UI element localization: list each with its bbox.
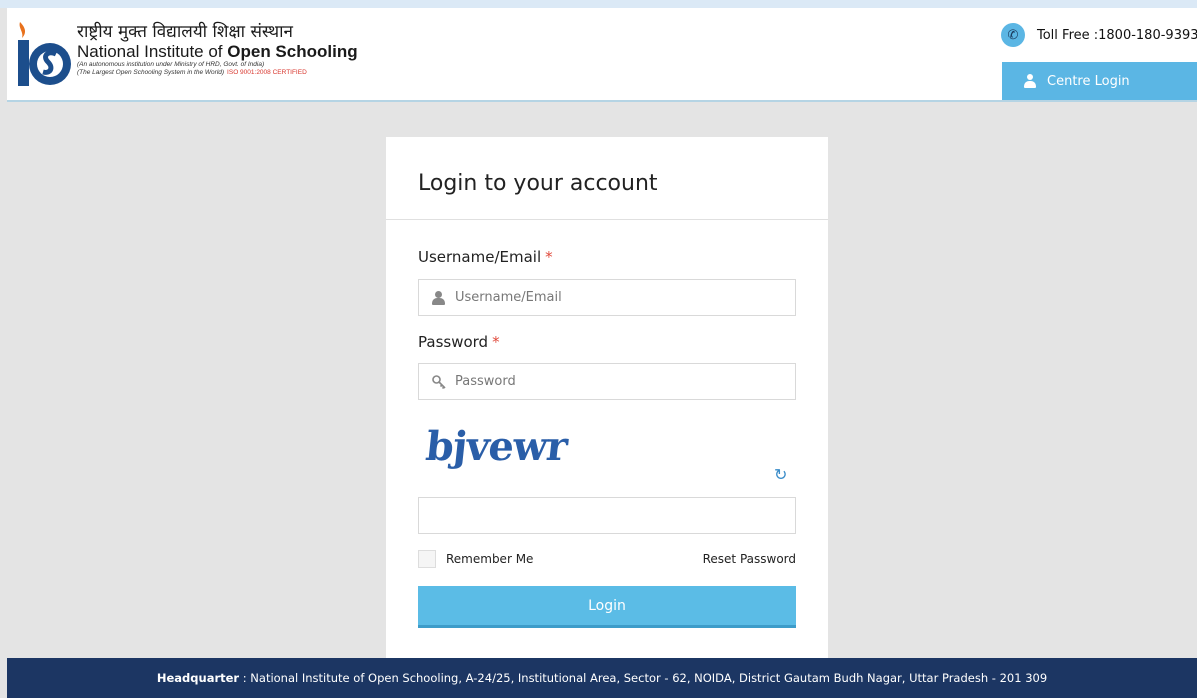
footer-label: Headquarter	[156, 671, 240, 685]
top-strip	[0, 0, 1197, 8]
footer: Headquarter : National Institute of Open…	[7, 658, 1197, 698]
centre-login-label: Centre Login	[1047, 73, 1130, 89]
remember-me-label[interactable]: Remember Me	[446, 552, 533, 566]
username-label: Username/Email *	[418, 248, 553, 266]
required-mark: *	[492, 333, 500, 351]
phone-icon: ✆	[1001, 23, 1025, 47]
nios-logo[interactable]	[14, 18, 72, 92]
brand-subline-1: (An autonomous institution under Ministr…	[77, 61, 265, 68]
centre-login-button[interactable]: Centre Login	[1002, 62, 1197, 100]
login-card: Login to your account Username/Email* Pa…	[386, 137, 828, 658]
password-field[interactable]	[418, 363, 796, 400]
user-icon	[1024, 74, 1036, 88]
password-label-text: Password	[418, 333, 489, 351]
brand-hindi-name: राष्ट्रीय मुक्त विद्यालयी शिक्षा संस्थान	[77, 22, 293, 42]
refresh-icon[interactable]: ↻	[774, 465, 787, 484]
brand-subline-2-text: (The Largest Open Schooling System in th…	[77, 69, 225, 76]
username-input[interactable]	[455, 290, 755, 305]
required-mark: *	[545, 248, 553, 266]
login-title: Login to your account	[418, 171, 658, 196]
key-icon	[432, 374, 446, 389]
title-divider	[386, 219, 828, 220]
brand-english-name: National Institute of Open Schooling	[77, 42, 358, 61]
footer-separator: :	[239, 671, 251, 685]
captcha-field[interactable]	[418, 497, 796, 534]
password-label: Password *	[418, 333, 500, 351]
captcha-input[interactable]	[431, 508, 731, 523]
login-button[interactable]: Login	[418, 586, 796, 628]
brand-block: राष्ट्रीय मुक्त विद्यालयी शिक्षा संस्थान…	[77, 22, 358, 77]
site-header: राष्ट्रीय मुक्त विद्यालयी शिक्षा संस्थान…	[7, 8, 1197, 102]
footer-address: National Institute of Open Schooling, A-…	[250, 671, 1048, 685]
brand-name-prefix: National Institute of	[77, 42, 228, 61]
password-input[interactable]	[455, 374, 755, 389]
brand-name-bold: Open Schooling	[227, 42, 358, 61]
toll-free-number: Toll Free :1800-180-9393	[1037, 27, 1197, 43]
username-field[interactable]	[418, 279, 796, 316]
user-icon	[432, 290, 446, 305]
brand-subline-2: (The Largest Open Schooling System in th…	[77, 69, 358, 77]
username-label-text: Username/Email	[418, 248, 542, 266]
remember-me-checkbox[interactable]	[418, 550, 436, 568]
toll-free-info: ✆ Toll Free :1800-180-9393	[1001, 23, 1197, 47]
captcha-image: bjvewr	[423, 423, 570, 470]
reset-password-link[interactable]: Reset Password	[703, 552, 796, 566]
iso-certification: ISO 9001:2008 CERTIFIED	[227, 69, 307, 76]
